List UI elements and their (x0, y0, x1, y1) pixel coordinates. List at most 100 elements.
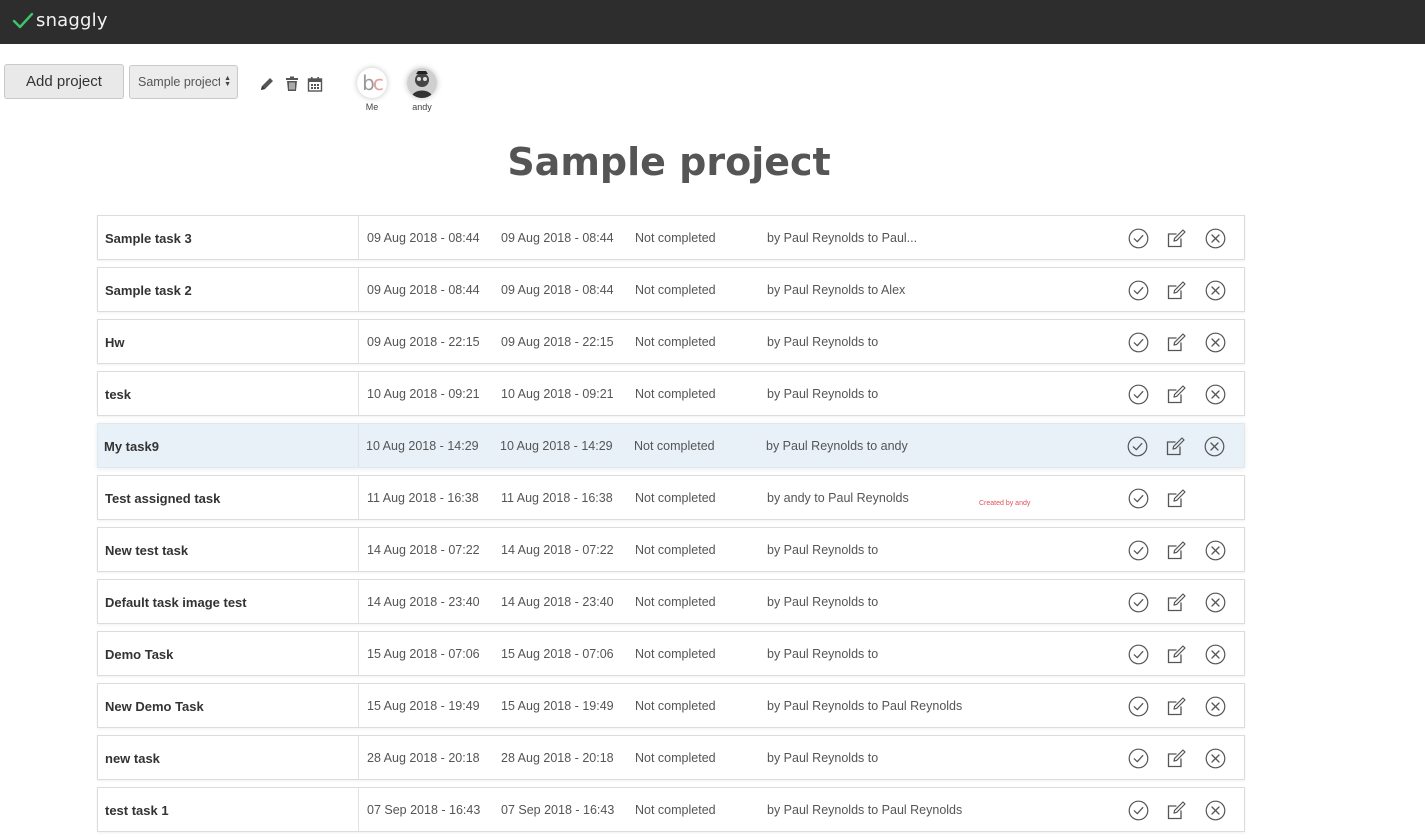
trash-icon[interactable] (284, 76, 300, 92)
delete-task-icon[interactable] (1205, 228, 1226, 249)
row-divider (358, 372, 359, 415)
edit-task-icon[interactable] (1166, 488, 1187, 509)
task-row[interactable]: Sample task 3 09 Aug 2018 - 08:44 09 Aug 2… (97, 215, 1245, 260)
task-row[interactable]: New Demo Task 15 Aug 2018 - 19:49 15 Aug 2… (97, 683, 1245, 728)
task-row[interactable]: tesk 10 Aug 2018 - 09:21 10 Aug 2018 - 09:… (97, 371, 1245, 416)
task-row[interactable]: new task 28 Aug 2018 - 20:18 28 Aug 2018 -… (97, 735, 1245, 780)
member-andy[interactable]: andy (405, 68, 439, 112)
edit-task-icon[interactable] (1166, 748, 1187, 769)
task-row[interactable]: My task9 10 Aug 2018 - 14:29 10 Aug 2018 -… (97, 423, 1245, 468)
task-name[interactable]: New Demo Task (105, 684, 355, 729)
add-project-button[interactable]: Add project (4, 64, 124, 99)
top-bar: snaggly (0, 0, 1425, 44)
task-name[interactable]: My task9 (104, 424, 354, 469)
edit-task-icon[interactable] (1166, 696, 1187, 717)
row-divider (358, 528, 359, 571)
task-start-date: 10 Aug 2018 - 09:21 (367, 387, 480, 401)
edit-task-icon[interactable] (1166, 592, 1187, 613)
edit-task-icon[interactable] (1166, 384, 1187, 405)
task-status: Not completed (635, 595, 716, 609)
task-list: Sample task 3 09 Aug 2018 - 08:44 09 Aug 2… (97, 215, 1245, 839)
task-row[interactable]: test task 1 07 Sep 2018 - 16:43 07 Sep 201… (97, 787, 1245, 832)
complete-task-icon[interactable] (1128, 384, 1149, 405)
task-start-date: 09 Aug 2018 - 08:44 (367, 283, 480, 297)
delete-task-icon[interactable] (1205, 384, 1226, 405)
delete-task-icon[interactable] (1205, 696, 1226, 717)
complete-task-icon[interactable] (1128, 592, 1149, 613)
task-end-date: 10 Aug 2018 - 09:21 (501, 387, 614, 401)
complete-task-icon[interactable] (1128, 332, 1149, 353)
task-row[interactable]: New test task 14 Aug 2018 - 07:22 14 Aug 2… (97, 527, 1245, 572)
delete-task-icon[interactable] (1205, 332, 1226, 353)
task-end-date: 09 Aug 2018 - 08:44 (501, 231, 614, 245)
task-name[interactable]: Demo Task (105, 632, 355, 677)
task-name[interactable]: test task 1 (105, 788, 355, 833)
complete-task-icon[interactable] (1128, 540, 1149, 561)
task-name[interactable]: Test assigned task (105, 476, 355, 521)
complete-task-icon[interactable] (1128, 748, 1149, 769)
edit-task-icon[interactable] (1166, 540, 1187, 561)
edit-task-icon[interactable] (1166, 280, 1187, 301)
task-assignment: by Paul Reynolds to (767, 335, 879, 349)
complete-task-icon[interactable] (1128, 644, 1149, 665)
task-status: Not completed (635, 283, 716, 297)
task-row[interactable]: Demo Task 15 Aug 2018 - 07:06 15 Aug 2018 … (97, 631, 1245, 676)
delete-task-icon[interactable] (1205, 644, 1226, 665)
delete-task-icon[interactable] (1205, 540, 1226, 561)
delete-task-icon[interactable] (1205, 592, 1226, 613)
task-name[interactable]: Sample task 2 (105, 268, 355, 313)
task-row[interactable]: Sample task 2 09 Aug 2018 - 08:44 09 Aug 2… (97, 267, 1245, 312)
delete-task-icon[interactable] (1204, 436, 1225, 457)
task-assignment: by Paul Reynolds to (767, 387, 879, 401)
complete-task-icon[interactable] (1128, 696, 1149, 717)
row-divider (358, 684, 359, 727)
task-status: Not completed (635, 231, 716, 245)
task-assignment: by Paul Reynolds to (767, 647, 879, 661)
edit-task-icon[interactable] (1166, 332, 1187, 353)
task-name[interactable]: Hw (105, 320, 355, 365)
pencil-icon[interactable] (259, 76, 275, 92)
delete-task-icon[interactable] (1205, 800, 1226, 821)
task-name[interactable]: new task (105, 736, 355, 781)
task-name[interactable]: Sample task 3 (105, 216, 355, 261)
row-divider (358, 216, 359, 259)
edit-task-icon[interactable] (1166, 644, 1187, 665)
task-assignment: by Paul Reynolds to Alex (767, 283, 906, 297)
task-end-date: 28 Aug 2018 - 20:18 (501, 751, 614, 765)
task-start-date: 11 Aug 2018 - 16:38 (367, 491, 479, 505)
delete-task-icon[interactable] (1205, 748, 1226, 769)
row-divider (358, 424, 359, 467)
row-divider (358, 268, 359, 311)
task-status: Not completed (635, 335, 716, 349)
task-name[interactable]: tesk (105, 372, 355, 417)
complete-task-icon[interactable] (1128, 800, 1149, 821)
task-start-date: 09 Aug 2018 - 22:15 (367, 335, 480, 349)
task-start-date: 10 Aug 2018 - 14:29 (366, 439, 479, 453)
member-name: Me (365, 102, 379, 112)
task-row[interactable]: Hw 09 Aug 2018 - 22:15 09 Aug 2018 - 22:15… (97, 319, 1245, 364)
edit-task-icon[interactable] (1166, 228, 1187, 249)
edit-task-icon[interactable] (1166, 800, 1187, 821)
task-status: Not completed (635, 803, 716, 817)
project-select-value: Sample project (138, 75, 220, 89)
app-logo[interactable]: snaggly (12, 10, 108, 31)
calendar-icon[interactable] (307, 76, 323, 92)
complete-task-icon[interactable] (1127, 436, 1148, 457)
row-divider (358, 736, 359, 779)
task-name[interactable]: New test task (105, 528, 355, 573)
task-status: Not completed (635, 647, 716, 661)
app-name: snaggly (36, 10, 108, 31)
edit-task-icon[interactable] (1165, 436, 1186, 457)
task-row[interactable]: Default task image test 14 Aug 2018 - 23:… (97, 579, 1245, 624)
task-row[interactable]: Test assigned task 11 Aug 2018 - 16:38 11 … (97, 475, 1245, 520)
select-arrows-icon: ▲ ▼ (224, 75, 231, 88)
complete-task-icon[interactable] (1128, 228, 1149, 249)
complete-task-icon[interactable] (1128, 280, 1149, 301)
complete-task-icon[interactable] (1128, 488, 1149, 509)
task-name[interactable]: Default task image test (105, 580, 355, 625)
delete-task-icon[interactable] (1205, 280, 1226, 301)
task-start-date: 15 Aug 2018 - 19:49 (367, 699, 480, 713)
row-divider (358, 788, 359, 831)
member-me[interactable]: bc Me (355, 68, 389, 112)
project-select[interactable]: Sample project ▲ ▼ (129, 65, 238, 99)
